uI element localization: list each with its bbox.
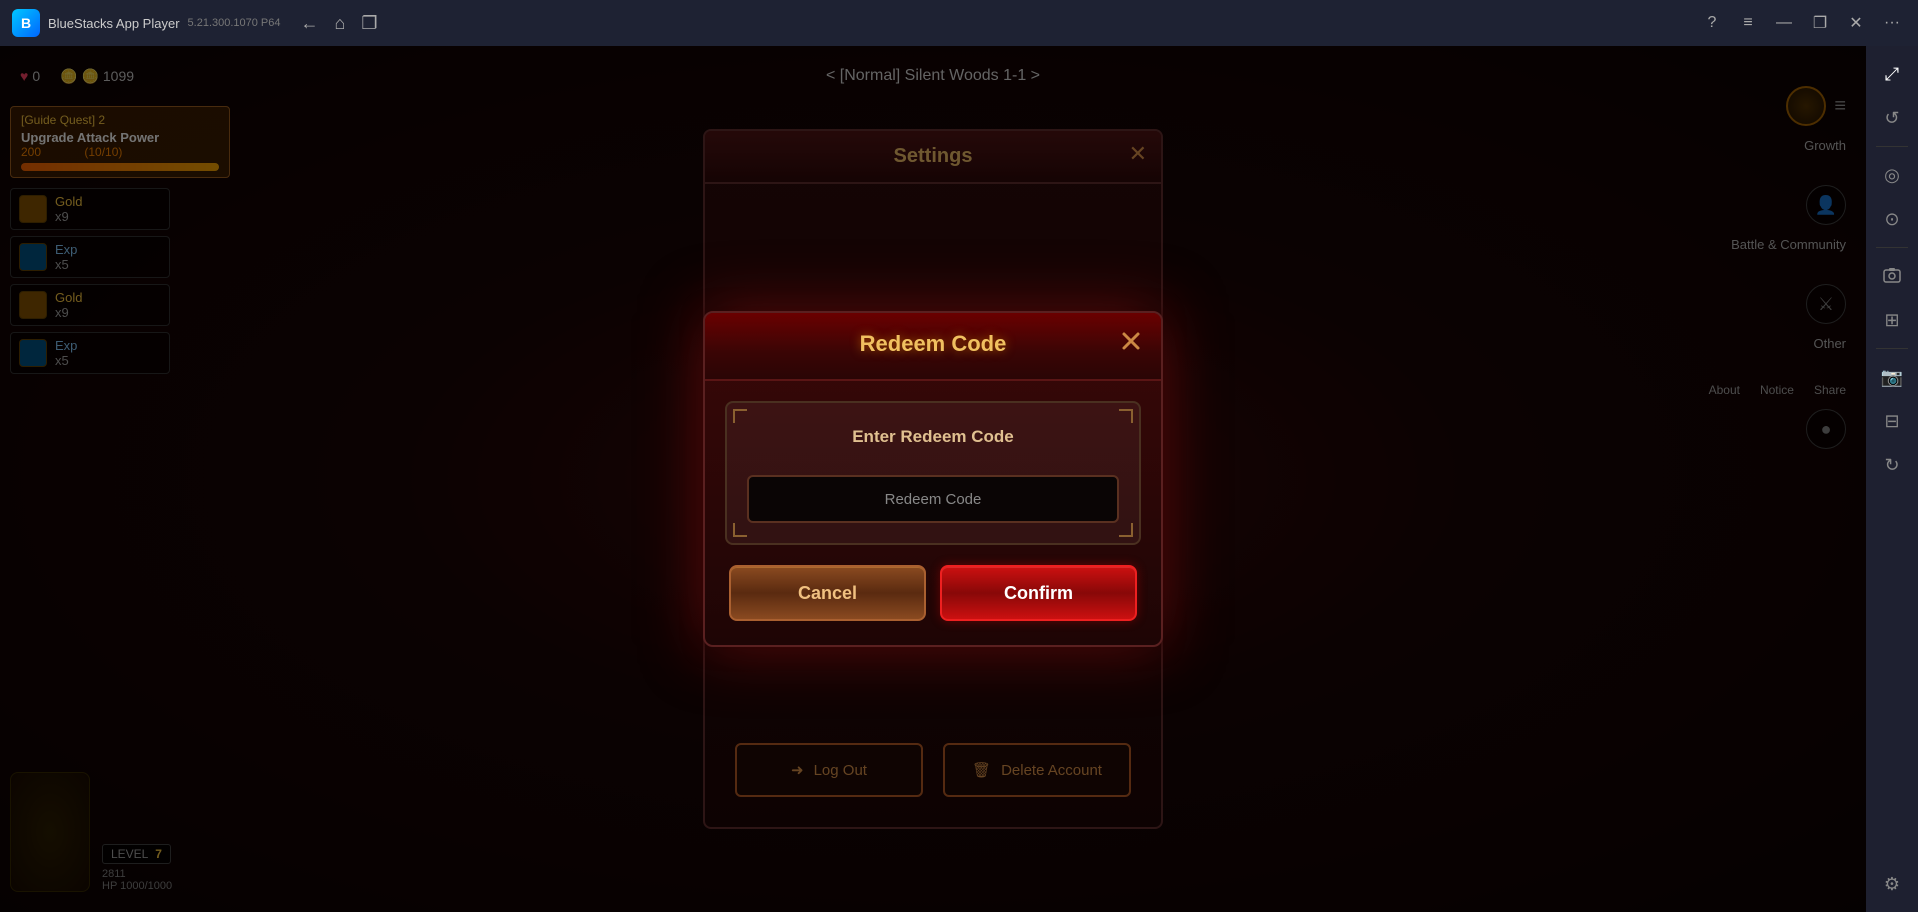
sidebar-shrink-icon[interactable]: ⊟ (1872, 401, 1912, 441)
sidebar-camera2-icon[interactable]: 📷 (1872, 357, 1912, 397)
redeem-input-container: Enter Redeem Code (725, 401, 1141, 545)
more-button[interactable]: ··· (1878, 9, 1906, 37)
redeem-close-button[interactable] (1115, 325, 1147, 357)
sidebar-divider-2 (1876, 247, 1908, 248)
redeem-input-label: Enter Redeem Code (747, 427, 1119, 447)
settings-close-bg: ✕ (1129, 141, 1147, 167)
copy-button[interactable]: ❐ (361, 13, 377, 34)
nav-buttons: ← ⌂ ❐ (301, 13, 378, 34)
app-version: 5.21.300.1070 P64 (188, 17, 281, 29)
home-button[interactable]: ⌂ (335, 13, 346, 34)
corner-bl-decoration (733, 523, 747, 537)
corner-br-decoration (1119, 523, 1133, 537)
close-button[interactable]: ✕ (1842, 9, 1870, 37)
settings-title-bar: Settings (705, 131, 1161, 184)
sidebar-settings-icon[interactable]: ⚙ (1872, 864, 1912, 904)
settings-bottom-buttons: ➜ Log Out 🗑 Delete Account (705, 743, 1161, 797)
redeem-modal: Redeem Code Enter Redeem Code (703, 311, 1163, 647)
sidebar-sync-icon[interactable]: ↻ (1872, 445, 1912, 485)
minimize-button[interactable]: — (1770, 9, 1798, 37)
delete-account-button-bg: 🗑 Delete Account (943, 743, 1131, 797)
right-sidebar: ⤢ ↺ ◎ ⊙ ⊞ 📷 ⊟ ↻ ⚙ (1866, 46, 1918, 912)
game-background: ♥ 0 🪙 🪙 1099 < [Normal] Silent Woods 1-1… (0, 46, 1866, 912)
title-bar: B BlueStacks App Player 5.21.300.1070 P6… (0, 0, 1918, 46)
restore-button[interactable]: ❐ (1806, 9, 1834, 37)
sidebar-divider-3 (1876, 348, 1908, 349)
help-button[interactable]: ? (1698, 9, 1726, 37)
close-x-icon (1120, 330, 1142, 352)
logout-button-bg: ➜ Log Out (735, 743, 923, 797)
corner-tr-decoration (1119, 409, 1133, 423)
sidebar-resize-icon[interactable]: ⤢ (1872, 54, 1912, 94)
sidebar-rotate-icon[interactable]: ↺ (1872, 98, 1912, 138)
redeem-code-input[interactable] (747, 475, 1119, 523)
window-controls: ? ≡ — ❐ ✕ ··· (1698, 9, 1906, 37)
back-button[interactable]: ← (301, 13, 319, 34)
menu-button[interactable]: ≡ (1734, 9, 1762, 37)
sidebar-screenshot-icon[interactable] (1872, 256, 1912, 296)
cancel-button[interactable]: Cancel (729, 565, 926, 621)
sidebar-camera-icon[interactable]: ◎ (1872, 155, 1912, 195)
settings-title: Settings (894, 145, 973, 167)
corner-tl-decoration (733, 409, 747, 423)
redeem-title: Redeem Code (860, 331, 1007, 356)
app-name: BlueStacks App Player (48, 16, 180, 31)
redeem-buttons: Cancel Confirm (725, 565, 1141, 625)
sidebar-divider-1 (1876, 146, 1908, 147)
redeem-header: Redeem Code (705, 313, 1161, 381)
sidebar-expand-icon[interactable]: ⊞ (1872, 300, 1912, 340)
confirm-button[interactable]: Confirm (940, 565, 1137, 621)
redeem-body: Enter Redeem Code Cancel Confirm (705, 381, 1161, 645)
sidebar-record-icon[interactable]: ⊙ (1872, 199, 1912, 239)
app-logo: B (12, 9, 40, 37)
